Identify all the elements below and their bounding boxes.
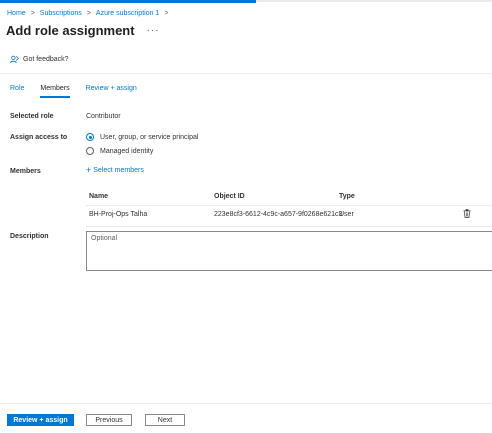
feedback-button[interactable]: Got feedback? <box>10 55 69 64</box>
select-members-link[interactable]: + Select members <box>86 165 144 175</box>
top-accent-bar <box>0 0 256 3</box>
assign-access-label: Assign access to <box>10 134 68 141</box>
breadcrumb-home[interactable]: Home <box>7 10 26 17</box>
table-divider <box>86 205 492 206</box>
table-divider <box>86 226 492 227</box>
title-row: Add role assignment ··· <box>6 23 160 38</box>
member-name-cell: BH-Proj-Ops Talha <box>89 211 148 218</box>
breadcrumb-azure-subscription[interactable]: Azure subscription 1 <box>96 10 159 17</box>
column-header-object-id: Object ID <box>214 193 245 200</box>
selected-role-value: Contributor <box>86 113 121 120</box>
member-type-cell: User <box>339 211 354 218</box>
previous-button[interactable]: Previous <box>86 414 132 426</box>
tab-bar: Role Members Review + assign <box>10 85 153 98</box>
radio-button-checked[interactable] <box>86 133 94 141</box>
radio-button[interactable] <box>86 147 94 155</box>
footer-divider <box>0 403 492 404</box>
select-members-label: Select members <box>93 167 144 174</box>
tab-role[interactable]: Role <box>10 85 24 98</box>
page-title: Add role assignment <box>6 23 135 38</box>
radio-label: Managed identity <box>100 147 154 155</box>
column-header-type: Type <box>339 193 355 200</box>
description-label: Description <box>10 233 49 240</box>
tab-members[interactable]: Members <box>40 85 70 98</box>
description-input[interactable] <box>87 232 492 270</box>
breadcrumb-subscriptions[interactable]: Subscriptions <box>40 10 82 17</box>
plus-icon: + <box>86 165 92 175</box>
trash-icon[interactable] <box>463 208 471 220</box>
breadcrumb: Home > Subscriptions > Azure subscriptio… <box>7 10 173 17</box>
selected-role-label: Selected role <box>10 113 54 120</box>
members-label: Members <box>10 168 41 175</box>
radio-label: User, group, or service principal <box>100 133 199 141</box>
chevron-right-icon: > <box>30 10 35 17</box>
tab-review-assign[interactable]: Review + assign <box>86 85 137 98</box>
chevron-right-icon: > <box>164 10 169 17</box>
divider <box>0 73 492 74</box>
column-header-name: Name <box>89 193 109 200</box>
feedback-person-icon <box>10 55 19 64</box>
description-field-container <box>86 231 492 271</box>
radio-user-group-sp[interactable]: User, group, or service principal <box>86 133 198 141</box>
chevron-right-icon: > <box>86 10 91 17</box>
review-assign-button[interactable]: Review + assign <box>7 414 74 426</box>
more-options-icon[interactable]: ··· <box>147 25 160 36</box>
feedback-label: Got feedback? <box>23 56 69 63</box>
radio-managed-identity[interactable]: Managed identity <box>86 147 153 155</box>
member-object-id-cell: 223e8cf3-6612-4c9c-a657-9f0268e621c3 <box>214 211 343 218</box>
top-bar <box>256 0 492 2</box>
next-button[interactable]: Next <box>145 414 185 426</box>
